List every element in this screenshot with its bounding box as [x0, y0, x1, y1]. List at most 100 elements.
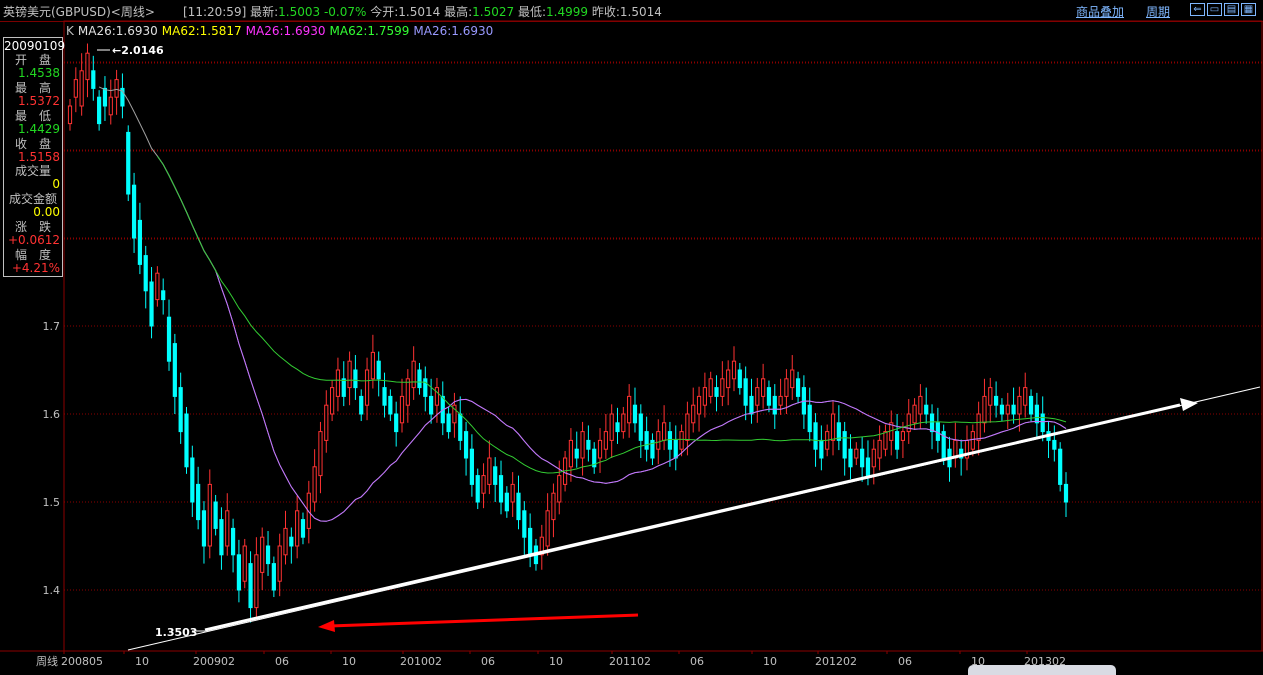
- candle-body: [580, 431, 585, 459]
- candle-body: [860, 448, 865, 468]
- x-tick-label: 06: [898, 655, 912, 668]
- candle-body: [924, 404, 929, 415]
- x-tick-label: 200805: [61, 655, 103, 668]
- candle-body: [918, 395, 923, 415]
- candle-body: [790, 369, 795, 389]
- candle-body: [335, 369, 341, 397]
- candle-body: [67, 105, 73, 125]
- candle-body: [271, 563, 276, 591]
- candle-body: [679, 431, 684, 450]
- candle-body: [714, 387, 719, 397]
- candle-body: [912, 404, 917, 424]
- x-tick-label: 10: [549, 655, 563, 668]
- x-tick-label: 10: [763, 655, 777, 668]
- candle-body: [516, 492, 521, 521]
- candle-body: [702, 387, 707, 406]
- info-low-value: 1.4429: [18, 122, 60, 136]
- candle-body: [423, 378, 428, 397]
- candle-body: [522, 510, 527, 538]
- candle-body: [720, 378, 725, 397]
- info-change-value: +0.0612: [7, 233, 60, 247]
- candle-body: [1034, 404, 1039, 424]
- candle-body: [463, 431, 469, 459]
- candle-body: [394, 413, 399, 433]
- candle-body: [184, 413, 189, 468]
- candle-body: [73, 79, 78, 98]
- candle-body: [568, 439, 574, 468]
- candle-body: [364, 369, 370, 406]
- candle-body: [778, 395, 783, 406]
- candle-body: [324, 404, 329, 441]
- y-tick-label: 1.7: [43, 320, 61, 333]
- candle-body: [458, 413, 463, 441]
- candle-body: [85, 52, 90, 81]
- info-close-value: 1.5158: [18, 150, 60, 164]
- candle-body: [190, 457, 195, 503]
- candle-body: [143, 255, 148, 292]
- candle-body: [201, 510, 207, 547]
- candle-body: [894, 431, 900, 450]
- candle-body: [819, 439, 824, 459]
- candle-body: [737, 369, 742, 389]
- candle-body: [446, 413, 451, 433]
- candle-body: [510, 483, 515, 503]
- candle-body: [300, 519, 306, 538]
- candle-body: [475, 475, 480, 503]
- info-close-label: 收 盘: [14, 137, 51, 151]
- candle-body: [126, 131, 131, 195]
- candle-body: [114, 79, 119, 98]
- candle-body: [848, 448, 853, 468]
- candle-body: [260, 536, 265, 573]
- candle-body: [696, 395, 702, 415]
- candle-body: [603, 431, 608, 450]
- candle-body: [283, 527, 288, 556]
- candle-body: [772, 395, 777, 415]
- candle-body: [91, 70, 96, 89]
- candle-body: [813, 422, 818, 450]
- candle-body: [295, 510, 300, 547]
- candle-body: [644, 431, 649, 450]
- info-high-label: 最 高: [14, 81, 51, 95]
- candle-body: [248, 563, 253, 609]
- candle-body: [673, 439, 678, 459]
- candle-body: [597, 439, 603, 459]
- candle-body: [225, 510, 230, 547]
- candle-body: [219, 519, 224, 556]
- x-tick-label: 201202: [815, 655, 857, 668]
- candle-body: [504, 492, 509, 512]
- candle-body: [632, 404, 638, 424]
- candle-body: [988, 387, 993, 406]
- candle-body: [277, 545, 282, 582]
- candle-body: [434, 387, 440, 406]
- candle-body: [1017, 395, 1022, 415]
- low-annotation: 1.3503: [155, 626, 197, 639]
- candle-body: [108, 96, 113, 116]
- x-tick-label: 201102: [609, 655, 651, 668]
- candle-body: [493, 466, 498, 485]
- candle-body: [900, 431, 906, 441]
- candle-body: [388, 395, 393, 415]
- candle-body: [242, 545, 247, 582]
- x-tick-label: 200902: [193, 655, 235, 668]
- candle-body: [236, 554, 242, 591]
- price-chart: 1.7 1.6 1.5 1.4 200805 10 200902 06 10 201002 06 10…: [0, 20, 1263, 668]
- ma26-line: [156, 155, 1067, 522]
- trendline-arrowhead: [1180, 398, 1198, 411]
- candle-body: [906, 413, 911, 433]
- x-tick-label: 06: [690, 655, 704, 668]
- candle-body: [207, 483, 212, 547]
- candle-body: [376, 360, 381, 380]
- candle-body: [230, 527, 236, 556]
- candle-body: [1028, 395, 1034, 415]
- candle-body: [795, 378, 801, 397]
- candle-body: [341, 378, 346, 397]
- candle-body: [755, 387, 760, 406]
- candle-body: [807, 404, 812, 433]
- info-open-value: 1.4538: [18, 66, 60, 80]
- candle-body: [289, 536, 294, 547]
- bottom-toolbar[interactable]: [968, 665, 1116, 675]
- candle-body: [382, 387, 387, 406]
- candle-body: [743, 378, 748, 406]
- y-tick-label: 1.6: [43, 408, 61, 421]
- candle-body: [498, 475, 504, 503]
